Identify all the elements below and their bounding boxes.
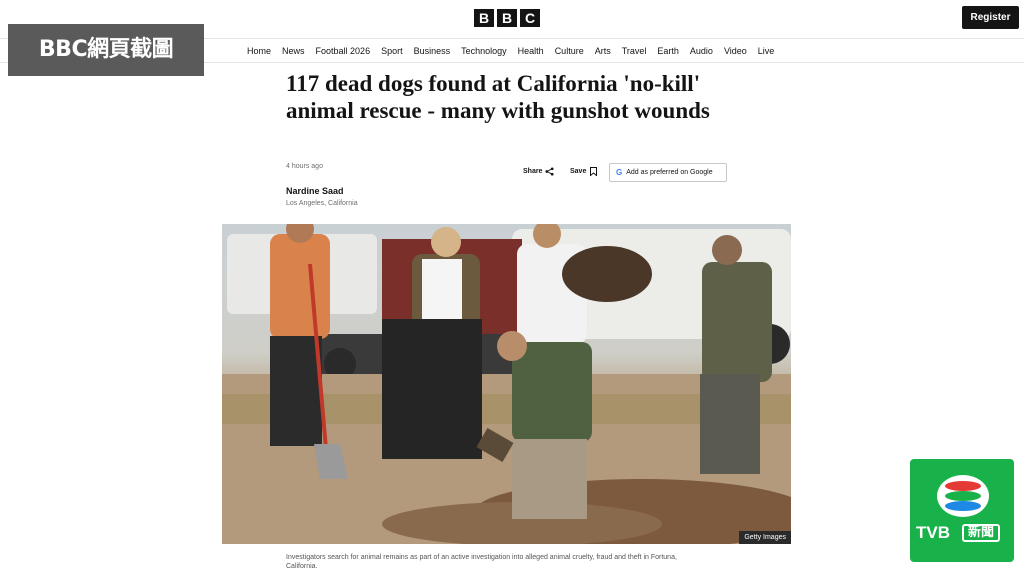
nav-item-sport[interactable]: Sport — [376, 39, 409, 63]
article-author[interactable]: Nardine Saad — [286, 186, 344, 196]
tvb-emblem-icon — [937, 475, 989, 517]
share-button[interactable]: Share — [523, 167, 555, 176]
nav-item-travel[interactable]: Travel — [616, 39, 652, 63]
nav-item-home[interactable]: Home — [247, 39, 277, 63]
logo-letter-b1: B — [474, 9, 494, 27]
nav-item-football[interactable]: Football 2026 — [310, 39, 376, 63]
photo-caption: Investigators search for animal remains … — [286, 554, 677, 570]
nav-item-live[interactable]: Live — [752, 39, 780, 63]
photo-credit: Getty Images — [739, 531, 791, 544]
nav-item-news[interactable]: News — [277, 39, 311, 63]
nav-item-arts[interactable]: Arts — [589, 39, 616, 63]
google-label: Add as preferred on Google — [626, 169, 713, 176]
nav-item-culture[interactable]: Culture — [549, 39, 589, 63]
nav-item-video[interactable]: Video — [718, 39, 752, 63]
main-nav: Home News Football 2026 Sport Business T… — [247, 39, 780, 63]
share-label: Share — [523, 168, 543, 175]
logo-letter-b2: B — [497, 9, 517, 27]
article-timestamp: 4 hours ago — [286, 163, 323, 170]
tvb-news-text: 新聞 — [962, 524, 1001, 542]
article-photo: Getty Images — [222, 224, 791, 544]
save-button[interactable]: Save — [570, 167, 598, 176]
share-icon — [545, 167, 555, 176]
logo-letter-c: C — [520, 9, 540, 27]
article-headline: 117 dead dogs found at California 'no-ki… — [286, 71, 710, 123]
google-preferred-button[interactable]: G Add as preferred on Google — [609, 163, 727, 182]
photo-illustration — [222, 224, 791, 544]
register-button[interactable]: Register — [962, 6, 1019, 29]
tvb-news-logo: TVB 新聞 — [910, 459, 1014, 562]
nav-item-health[interactable]: Health — [512, 39, 549, 63]
bbc-logo[interactable]: B B C — [474, 9, 540, 27]
nav-item-audio[interactable]: Audio — [684, 39, 718, 63]
google-icon: G — [616, 168, 623, 177]
screenshot-overlay-label: BBC網頁截圖 — [8, 24, 204, 76]
nav-item-business[interactable]: Business — [408, 39, 456, 63]
save-label: Save — [570, 168, 587, 175]
nav-item-technology[interactable]: Technology — [456, 39, 513, 63]
article-location: Los Angeles, California — [286, 200, 358, 207]
nav-item-earth[interactable]: Earth — [652, 39, 685, 63]
bookmark-icon — [590, 167, 598, 176]
tvb-brand-text: TVB — [916, 523, 950, 542]
